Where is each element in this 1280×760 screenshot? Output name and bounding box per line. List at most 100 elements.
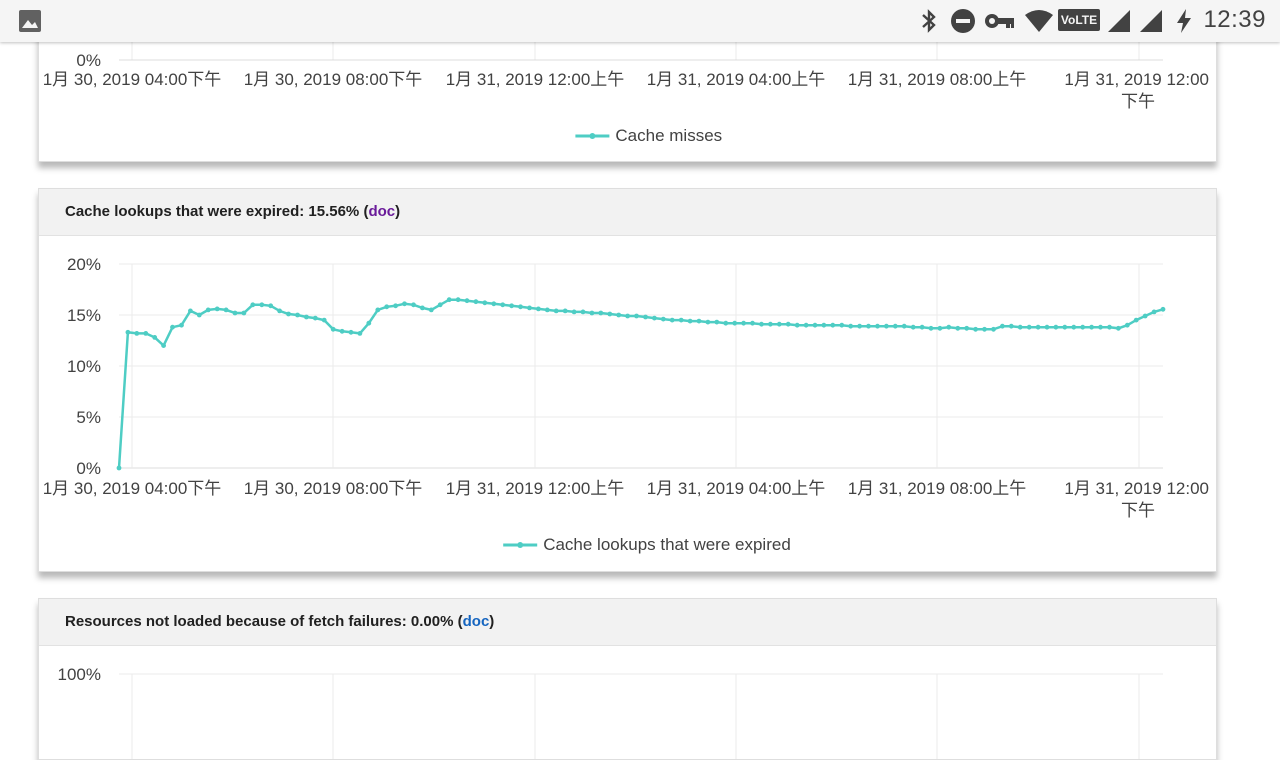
data-point (723, 320, 729, 326)
card-title: Resources not loaded because of fetch fa… (65, 613, 494, 630)
data-point (1062, 324, 1068, 330)
data-point (384, 304, 390, 310)
card-title-suffix: ) (395, 203, 401, 220)
wifi-icon (1025, 10, 1053, 32)
data-point (268, 303, 274, 309)
data-point (143, 331, 149, 336)
card-title-suffix: ) (489, 613, 495, 630)
data-point (420, 305, 425, 311)
data-point (553, 308, 559, 314)
data-point (491, 301, 497, 307)
data-point (348, 329, 354, 335)
data-point (375, 307, 381, 313)
data-point (196, 312, 202, 318)
data-point (669, 317, 675, 323)
data-point (901, 323, 907, 329)
y-tick-label: 5% (76, 408, 101, 427)
data-point (759, 321, 764, 327)
data-point (527, 305, 532, 311)
data-point (1124, 322, 1130, 328)
data-point (330, 326, 336, 332)
data-point (1071, 324, 1077, 330)
data-point (500, 302, 506, 308)
x-tick-label: 1月 30, 2019 08:00下午 (244, 479, 423, 498)
data-point (366, 320, 372, 326)
do-not-disturb-icon (951, 9, 975, 33)
data-point (1098, 324, 1103, 330)
data-point (803, 322, 809, 328)
status-clock: 12:39 (1203, 6, 1266, 33)
data-point (428, 307, 434, 313)
data-point (652, 315, 657, 321)
data-point (402, 301, 407, 307)
data-point (919, 324, 925, 330)
data-point (1133, 317, 1139, 323)
data-point (188, 308, 193, 314)
data-point (910, 324, 916, 330)
data-point (446, 297, 452, 303)
data-point (393, 303, 398, 309)
y-tick-label: 20% (67, 255, 101, 274)
cache-expired-chart: 0% 5% 10% 15% 20% 1月 30, 2019 04:00下午 1月 30, 2… (43, 255, 1209, 554)
data-point (437, 302, 443, 308)
fetch-failures-chart: 100% (58, 665, 1163, 759)
data-point (223, 307, 229, 313)
y-tick-label: 100% (58, 665, 101, 684)
legend-marker (589, 133, 596, 139)
data-point (964, 325, 970, 331)
data-point (1116, 325, 1121, 331)
signal-icon (1108, 10, 1130, 32)
data-point (116, 465, 122, 471)
data-point (768, 321, 773, 327)
data-point (1044, 324, 1050, 330)
data-point (821, 322, 827, 328)
data-point (339, 328, 345, 334)
data-point (232, 310, 238, 316)
data-point (241, 310, 247, 316)
data-point (259, 302, 265, 308)
data-point (580, 309, 586, 315)
x-tick-label: 1月 31, 2019 12:00上午 (446, 479, 625, 498)
data-point (776, 321, 782, 327)
data-point (536, 306, 541, 312)
data-point (625, 313, 630, 319)
y-tick-label: 10% (67, 357, 101, 376)
data-point (518, 304, 523, 310)
data-point (250, 302, 256, 308)
data-point (848, 323, 854, 329)
data-point (214, 306, 220, 312)
data-point (357, 331, 363, 336)
data-point (1080, 324, 1086, 330)
data-point (660, 316, 666, 322)
data-point (1089, 324, 1094, 330)
legend-label: Cache lookups that were expired (543, 535, 791, 554)
bluetooth-icon (922, 9, 936, 33)
data-point (678, 317, 684, 323)
data-point (830, 322, 836, 328)
data-point (1151, 309, 1157, 315)
x-tick-label: 1月 31, 2019 08:00上午 (848, 479, 1027, 498)
data-point (705, 319, 711, 325)
data-point (589, 310, 595, 316)
data-point (321, 317, 327, 323)
data-point (794, 322, 800, 328)
card-header: Resources not loaded because of fetch fa… (39, 599, 1216, 646)
data-point (1053, 324, 1059, 330)
data-point (643, 314, 648, 320)
legend-marker (517, 542, 524, 548)
status-bar: VoLTE 12:39 (0, 0, 1280, 42)
data-point (152, 335, 158, 340)
data-point (714, 319, 720, 325)
card-header: Cache lookups that were expired: 15.56% … (39, 189, 1216, 236)
data-point (892, 323, 898, 329)
data-point (473, 299, 479, 305)
doc-link[interactable]: doc (463, 613, 490, 630)
data-point (616, 312, 622, 318)
data-point (1000, 323, 1005, 329)
vpn-key-icon (985, 14, 1014, 28)
data-point (286, 311, 291, 317)
y-tick-label: 15% (67, 306, 101, 325)
data-point (544, 307, 550, 313)
doc-link[interactable]: doc (368, 203, 395, 220)
x-tick-label: 1月 31, 2019 08:00上午 (848, 70, 1027, 89)
